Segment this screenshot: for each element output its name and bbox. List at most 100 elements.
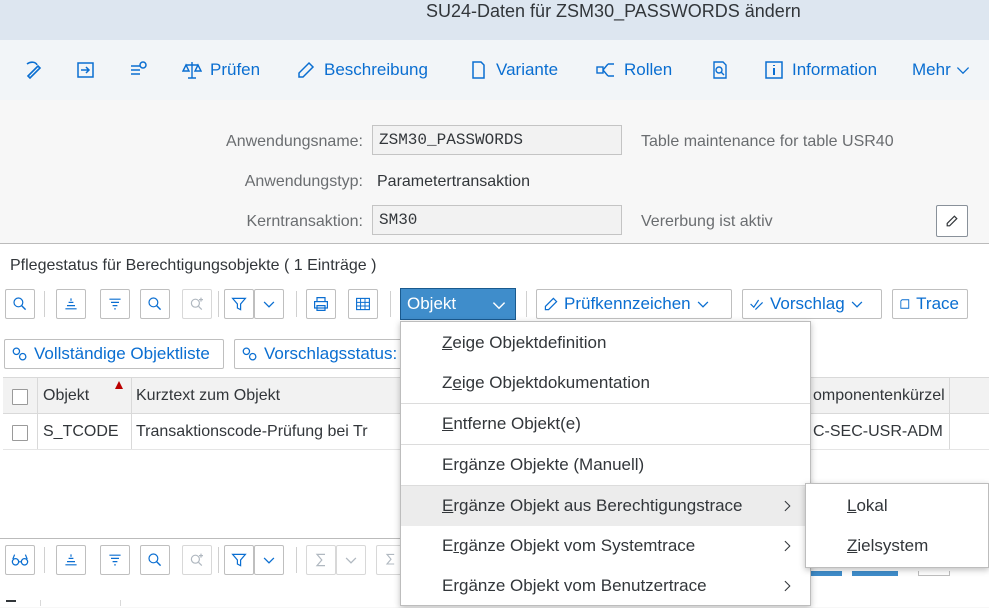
pencil-doc-icon <box>298 61 315 78</box>
information-label: Information <box>792 60 878 79</box>
roles-icon <box>596 63 614 77</box>
details-button[interactable] <box>5 289 35 319</box>
core-tx-description: Vererbung ist aktiv <box>641 213 773 230</box>
vollstaendige-objektliste-button[interactable]: Vollständige Objektliste <box>4 339 224 369</box>
separator <box>390 291 391 317</box>
menu-item-label: Ergänze Objekt vom Benutzertrace <box>442 576 707 595</box>
sum-button[interactable] <box>306 545 336 575</box>
variante-button[interactable]: Variante <box>468 54 558 86</box>
sort-descending-button[interactable] <box>100 289 130 319</box>
app-toolbar: Prüfen Beschreibung Variante Rollen Info… <box>0 40 989 100</box>
menu-item-entferne-objekt[interactable]: Entferne Objekt(e) <box>401 404 810 444</box>
app-name-field[interactable]: ZSM30_PASSWORDS <box>372 125 622 155</box>
select-all-checkbox[interactable] <box>12 389 28 405</box>
column-header-komponente[interactable]: omponentenkürzel <box>813 378 953 413</box>
separator <box>44 547 45 573</box>
filter-icon <box>231 297 247 311</box>
information-button[interactable]: Information <box>764 54 877 86</box>
lower-button[interactable] <box>918 571 950 576</box>
column-divider <box>131 378 132 413</box>
display-button[interactable] <box>5 545 35 575</box>
sort-descending-button-2[interactable] <box>100 545 130 575</box>
zoom-in-icon <box>13 297 27 311</box>
find-next-button-2[interactable] <box>182 545 212 575</box>
filter-icon <box>231 553 247 567</box>
column-divider <box>949 378 950 413</box>
sort-indicator-icon <box>115 381 123 389</box>
find-button[interactable] <box>140 289 170 319</box>
filter-button-2[interactable] <box>224 545 254 575</box>
filter-dropdown-button-2[interactable] <box>254 545 284 575</box>
chevron-right-icon <box>784 580 791 592</box>
trace-submenu: Lokal Zielsystem <box>805 483 989 568</box>
lower-header-stub <box>6 600 16 608</box>
filter-dropdown-button[interactable] <box>254 289 284 319</box>
find-button-2[interactable] <box>140 545 170 575</box>
sort-descending-icon <box>109 298 121 310</box>
transport-button[interactable] <box>128 54 148 86</box>
vollstaendige-label: Vollständige Objektliste <box>34 344 210 363</box>
doc-search-button[interactable] <box>710 54 730 86</box>
print-icon <box>314 297 328 311</box>
separator <box>296 547 297 573</box>
spreadsheet-button[interactable] <box>348 289 378 319</box>
chevron-down-icon <box>263 557 275 564</box>
trace-icon <box>900 299 910 309</box>
menu-item-label: Ergänze Objekt aus Berechtigungstrace <box>442 496 743 515</box>
lower-selected-button[interactable] <box>806 571 842 576</box>
trace-button[interactable]: Trace <box>892 289 968 319</box>
find-next-button[interactable] <box>182 289 212 319</box>
search-next-icon <box>190 553 203 567</box>
document-icon <box>472 61 485 79</box>
column-divider <box>37 414 38 449</box>
chevron-down-icon <box>263 301 275 308</box>
row-checkbox[interactable] <box>12 425 28 441</box>
beschreibung-button[interactable]: Beschreibung <box>296 54 428 86</box>
sort-ascending-button[interactable] <box>56 289 86 319</box>
menu-item-label: Ergänze Objekt vom Systemtrace <box>442 536 696 555</box>
edit-button[interactable] <box>936 205 968 237</box>
sum-dropdown-button[interactable] <box>336 545 366 575</box>
search-next-icon <box>190 297 203 311</box>
core-tx-label: Kerntransaktion: <box>246 213 363 230</box>
column-divider <box>37 378 38 413</box>
chevron-right-icon <box>784 500 791 512</box>
sort-ascending-button-2[interactable] <box>56 545 86 575</box>
submenu-item-zielsystem[interactable]: Zielsystem <box>806 526 988 566</box>
doc-search-icon <box>713 61 727 79</box>
chevron-right-icon <box>784 540 791 552</box>
lower-selected-button[interactable] <box>852 571 898 576</box>
search-icon <box>148 553 162 567</box>
pruefkennzeichen-button[interactable]: Prüfkennzeichen <box>536 289 732 319</box>
more-button[interactable]: Mehr <box>912 54 971 86</box>
menu-item-ergaenze-aus-berechtigungstrace[interactable]: Ergänze Objekt aus Berechtigungstrace <box>401 486 810 526</box>
column-header-kurztext[interactable]: Kurztext zum Objekt <box>136 378 396 413</box>
vorschlagsstatus-button[interactable]: Vorschlagsstatus: <box>234 339 414 369</box>
app-name-description: Table maintenance for table USR40 <box>641 133 894 150</box>
chevron-down-icon <box>851 301 863 308</box>
menu-item-ergaenze-vom-systemtrace[interactable]: Ergänze Objekt vom Systemtrace <box>401 526 810 566</box>
objekt-menu-button[interactable]: Objekt <box>400 288 516 320</box>
chevron-down-icon <box>345 557 357 564</box>
pruefen-button[interactable]: Prüfen <box>182 54 260 86</box>
header-form: Anwendungsname: ZSM30_PASSWORDS Table ma… <box>0 100 989 242</box>
column-header-kurztext-label: Kurztext zum Objekt <box>136 386 281 404</box>
rollen-button[interactable]: Rollen <box>596 54 672 86</box>
window-title: SU24-Daten für ZSM30_PASSWORDS ändern <box>426 1 801 21</box>
print-button[interactable] <box>306 289 336 319</box>
edit-switch-button[interactable] <box>24 54 44 86</box>
menu-item-zeige-objektdokumentation[interactable]: Zeige Objektdokumentation <box>401 363 810 403</box>
core-tx-field[interactable]: SM30 <box>372 205 622 235</box>
menu-item-zeige-objektdefinition[interactable]: Zeige Objektdefinition <box>401 323 810 363</box>
menu-item-ergaenze-objekte-manuell[interactable]: Ergänze Objekte (Manuell) <box>401 445 810 485</box>
import-button[interactable] <box>76 54 96 86</box>
submenu-item-lokal[interactable]: Lokal <box>806 486 988 526</box>
vorschlag-button[interactable]: Vorschlag <box>742 289 882 319</box>
column-divider <box>40 600 41 606</box>
more-label: Mehr <box>912 60 951 79</box>
filter-button[interactable] <box>224 289 254 319</box>
separator <box>218 547 219 573</box>
menu-item-ergaenze-vom-benutzertrace[interactable]: Ergänze Objekt vom Benutzertrace <box>401 566 810 605</box>
objekt-menu-label: Objekt <box>407 294 457 313</box>
balance-icon <box>182 62 202 79</box>
